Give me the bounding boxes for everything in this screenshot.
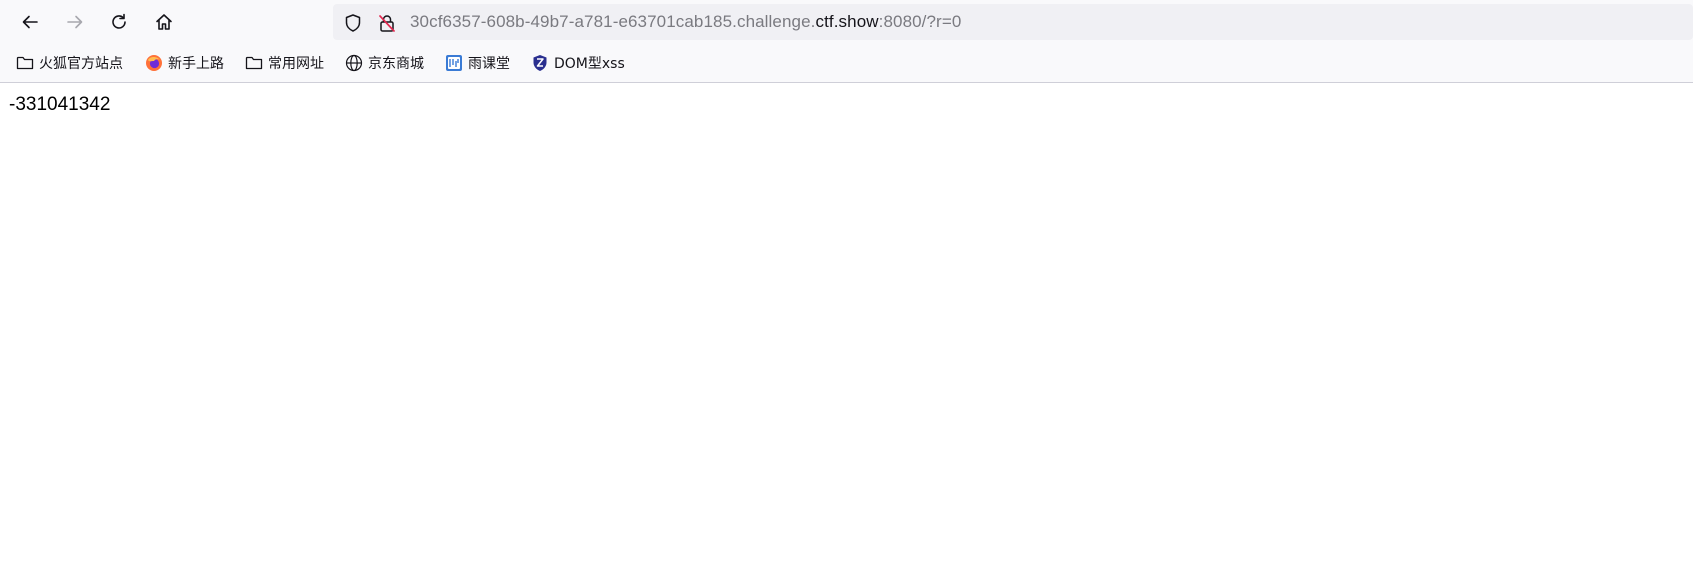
firefox-icon [144, 53, 164, 73]
reload-button[interactable] [104, 7, 134, 37]
reload-icon [112, 13, 126, 29]
bookmark-common-sites[interactable]: 常用网址 [244, 44, 324, 82]
forward-button[interactable] [60, 7, 90, 37]
insecure-lock-icon[interactable] [377, 13, 397, 33]
bookmark-label: 雨课堂 [468, 56, 510, 72]
bookmark-getting-started[interactable]: 新手上路 [144, 44, 224, 82]
shield-icon[interactable] [343, 13, 363, 33]
arrow-left-icon [22, 15, 38, 29]
bookmark-label: 京东商城 [368, 56, 424, 72]
shield-logo-icon [530, 53, 550, 73]
url-text[interactable]: 30cf6357-608b-49b7-a781-e63701cab185.cha… [410, 4, 961, 40]
browser-window: 30cf6357-608b-49b7-a781-e63701cab185.cha… [0, 0, 1693, 579]
folder-icon [15, 53, 35, 73]
bookmark-label: 常用网址 [268, 56, 324, 72]
home-icon [156, 14, 172, 30]
url-domain: ctf.show [815, 12, 879, 31]
arrow-right-icon [67, 15, 83, 29]
bookmark-jd[interactable]: 京东商城 [344, 44, 424, 82]
page-content: -331041342 [0, 83, 1693, 579]
bookmark-label: 火狐官方站点 [39, 56, 123, 72]
bookmark-label: DOM型xss [554, 56, 625, 72]
back-button[interactable] [15, 7, 45, 37]
bookmarks-toolbar: 火狐官方站点 新手上路 常用网址 京东商城 雨课堂 DOM型xss [0, 44, 1693, 83]
bookmark-rain-classroom[interactable]: 雨课堂 [444, 44, 510, 82]
bookmark-dom-xss[interactable]: DOM型xss [530, 44, 625, 82]
home-button[interactable] [149, 7, 179, 37]
bookmark-firefox-official[interactable]: 火狐官方站点 [15, 44, 123, 82]
page-output-text: -331041342 [9, 94, 111, 115]
bookmark-label: 新手上路 [168, 56, 224, 72]
navigation-toolbar: 30cf6357-608b-49b7-a781-e63701cab185.cha… [0, 0, 1693, 44]
folder-icon [244, 53, 264, 73]
url-suffix: :8080/?r=0 [878, 12, 962, 31]
url-bar[interactable]: 30cf6357-608b-49b7-a781-e63701cab185.cha… [333, 4, 1693, 40]
url-prefix: 30cf6357-608b-49b7-a781-e63701cab185.cha… [410, 12, 816, 31]
rain-classroom-icon [444, 53, 464, 73]
globe-icon [344, 53, 364, 73]
